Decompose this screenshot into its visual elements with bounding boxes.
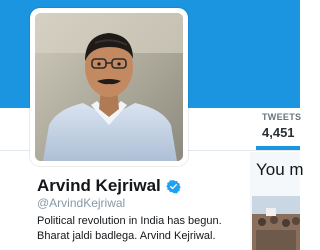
profile-name-row: Arvind Kejriwal: [37, 176, 181, 196]
suggestion-thumbnail[interactable]: [252, 196, 300, 250]
tweets-stat-label: TWEETS: [262, 112, 302, 122]
bio-line: Political revolution in India has begun.: [37, 215, 222, 227]
verified-badge-icon: [166, 179, 181, 193]
avatar-frame: [30, 8, 188, 166]
avatar-photo: [35, 13, 183, 161]
tweets-stat-value: 4,451: [262, 125, 295, 140]
profile-bio: Political revolution in India has begun.…: [37, 214, 252, 244]
profile-name[interactable]: Arvind Kejriwal: [37, 176, 161, 196]
avatar[interactable]: [35, 13, 183, 161]
suggestion-thumbnail-image: [252, 196, 300, 250]
suggestions-heading: You m: [256, 160, 304, 179]
tweets-stat[interactable]: TWEETS 4,451: [262, 112, 320, 141]
profile-handle[interactable]: @ArvindKejriwal: [37, 196, 125, 210]
bio-line: Bharat jaldi badlega. Arvind Kejriwal.: [37, 230, 216, 242]
tweets-tab-underline: [256, 146, 300, 150]
